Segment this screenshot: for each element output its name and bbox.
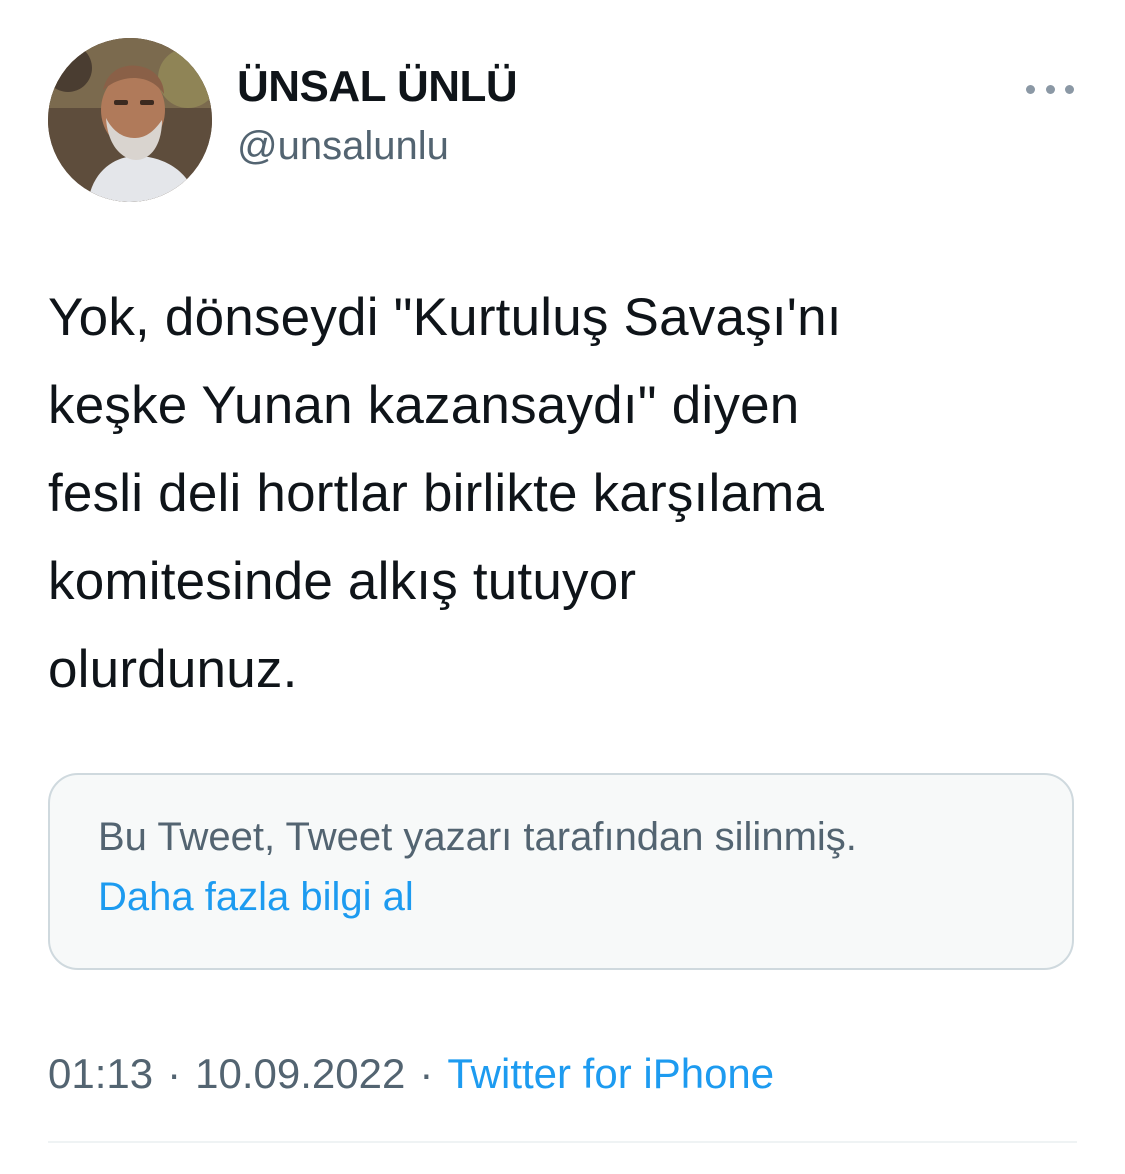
tweet-text-line: keşke Yunan kazansaydı" diyen [48,376,800,435]
tweet-meta: 01:13 · 10.09.2022 · Twitter for iPhone [48,1050,774,1098]
tweet-text-line: olurdunuz. [48,640,298,699]
author-handle[interactable]: @unsalunlu [237,124,449,169]
more-dot [1026,84,1035,94]
avatar-photo [48,38,212,202]
tweet: ÜNSAL ÜNLÜ @unsalunlu Yok, dönseydi "Kur… [0,0,1125,1174]
tweet-text-line: Yok, dönseydi "Kurtuluş Savaşı'nı [48,288,842,347]
more-horizontal-icon[interactable] [1026,76,1074,102]
divider [48,1141,1077,1143]
tweet-source-link[interactable]: Twitter for iPhone [447,1050,774,1097]
deleted-quote-card: Bu Tweet, Tweet yazarı tarafından silinm… [48,773,1074,970]
author-name[interactable]: ÜNSAL ÜNLÜ [237,62,518,112]
tweet-text-line: fesli deli hortlar birlikte karşılama [48,464,825,523]
more-dot [1045,84,1055,94]
learn-more-link[interactable]: Daha fazla bilgi al [98,875,414,920]
tweet-date[interactable]: 10.09.2022 [195,1050,405,1097]
tweet-text: Yok, dönseydi "Kurtuluş Savaşı'nı keşke … [48,274,1088,714]
avatar[interactable] [48,38,212,202]
more-dot [1065,84,1074,94]
tweet-text-line: komitesinde alkış tutuyor [48,552,637,611]
meta-separator: · [419,1050,434,1097]
tweet-time[interactable]: 01:13 [48,1050,153,1097]
deleted-tweet-notice: Bu Tweet, Tweet yazarı tarafından silinm… [98,815,857,859]
meta-separator: · [167,1050,182,1097]
